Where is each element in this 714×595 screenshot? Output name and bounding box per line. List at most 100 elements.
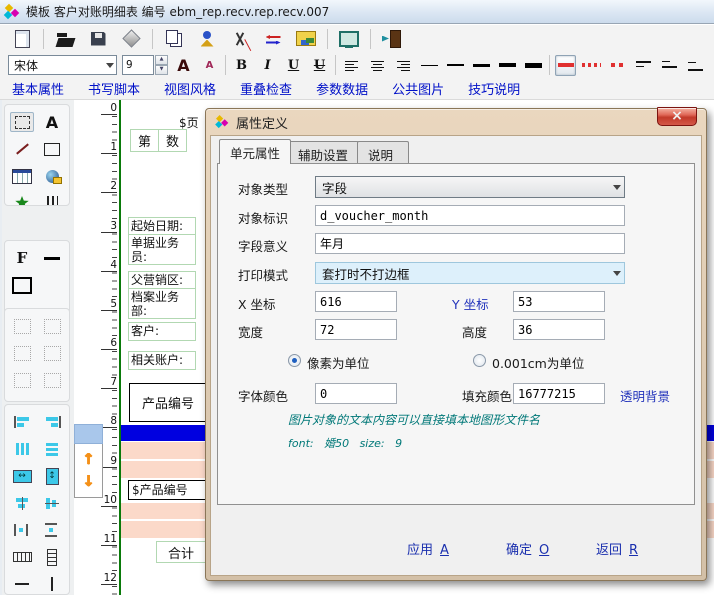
star-tool[interactable] xyxy=(10,193,34,206)
close-button[interactable]: × xyxy=(657,107,697,126)
center-v-tool[interactable] xyxy=(40,493,64,513)
text-tool[interactable]: A xyxy=(40,112,64,132)
screen-icon[interactable] xyxy=(337,28,361,50)
paste-object-icon[interactable] xyxy=(195,28,219,50)
open-file-icon[interactable] xyxy=(53,28,77,50)
border-top-tool[interactable] xyxy=(10,343,34,363)
height-input[interactable] xyxy=(513,319,605,340)
font-family-select[interactable]: 宋体 xyxy=(8,55,117,75)
header-cell[interactable]: 第 xyxy=(130,129,159,152)
border-bottom-tool[interactable] xyxy=(40,343,64,363)
align-center-button[interactable] xyxy=(367,55,388,76)
y-coord-input[interactable] xyxy=(513,291,605,312)
product-code-field-box[interactable]: $产品编号 xyxy=(128,480,208,500)
field-box[interactable]: 父营销区: xyxy=(128,271,196,289)
same-width-tool[interactable] xyxy=(10,466,34,486)
increase-font-button[interactable]: A xyxy=(173,55,194,76)
menu-item-1[interactable]: 基本属性 xyxy=(12,79,64,98)
width-input[interactable] xyxy=(315,319,397,340)
field-box[interactable]: 客户: xyxy=(128,322,196,341)
line-style-solid-button[interactable] xyxy=(555,55,576,76)
ok-button[interactable]: 确定O xyxy=(506,539,549,558)
unit-pixel-radio[interactable] xyxy=(288,354,301,367)
grid-cols-tool[interactable] xyxy=(10,547,34,567)
unit-cm-radio[interactable] xyxy=(473,354,486,367)
vlines-tool[interactable] xyxy=(40,193,64,206)
menu-item-3[interactable]: 视图风格 xyxy=(164,79,216,98)
grid-rows-tool[interactable] xyxy=(40,547,64,567)
save-icon[interactable] xyxy=(86,28,110,50)
menu-item-6[interactable]: 公共图片 xyxy=(392,79,444,98)
line-weight-1-button[interactable] xyxy=(419,55,440,76)
line-weight-3-button[interactable] xyxy=(471,55,492,76)
menu-item-7[interactable]: 技巧说明 xyxy=(468,79,520,98)
field-box[interactable]: 档案业务部: xyxy=(128,288,196,319)
hline-tool[interactable] xyxy=(40,248,64,268)
border-all-tool[interactable] xyxy=(10,370,34,390)
new-file-icon[interactable] xyxy=(10,28,34,50)
space-h-tool[interactable] xyxy=(10,520,34,540)
nudge-down-icon[interactable]: ↓ xyxy=(82,474,95,489)
picture-folder-icon[interactable] xyxy=(294,28,318,50)
field-meaning-input[interactable] xyxy=(315,233,625,254)
line-weight-4-button[interactable] xyxy=(497,55,518,76)
space-v-tool[interactable] xyxy=(40,520,64,540)
field-box[interactable]: 单据业务员: xyxy=(128,234,196,265)
print-preview-icon[interactable] xyxy=(119,28,143,50)
align-left-button[interactable] xyxy=(341,55,362,76)
nudge-up-icon[interactable]: ↑ xyxy=(82,452,95,467)
underline-top-button[interactable] xyxy=(633,55,654,76)
back-button[interactable]: 返回R xyxy=(596,539,638,558)
font-color-input[interactable] xyxy=(315,383,397,404)
align-right-button[interactable] xyxy=(393,55,414,76)
hline2-tool[interactable] xyxy=(10,574,34,594)
object-id-input[interactable] xyxy=(315,205,625,226)
strikethrough-button[interactable]: U xyxy=(309,55,330,76)
border-left-tool[interactable] xyxy=(10,316,34,336)
copy-icon[interactable] xyxy=(162,28,186,50)
tab-unit-properties[interactable]: 单元属性 xyxy=(219,139,291,164)
menu-item-4[interactable]: 重叠检查 xyxy=(240,79,292,98)
same-height-tool[interactable] xyxy=(40,466,64,486)
tab-description[interactable]: 说明 xyxy=(357,141,409,163)
total-label-box[interactable]: 合计 xyxy=(156,541,206,563)
x-coord-input[interactable] xyxy=(315,291,397,312)
fill-color-input[interactable] xyxy=(513,383,605,404)
header-cell[interactable]: 数 xyxy=(158,129,187,152)
line-weight-2-button[interactable] xyxy=(445,55,466,76)
distribute-v-tool[interactable] xyxy=(40,439,64,459)
underline-button[interactable]: U xyxy=(283,55,304,76)
decrease-font-button[interactable]: A xyxy=(199,55,220,76)
center-h-tool[interactable] xyxy=(10,493,34,513)
product-code-header-box[interactable]: 产品编号 xyxy=(129,383,207,422)
spin-up-icon[interactable]: ▲ xyxy=(155,55,168,65)
field-box[interactable]: 相关账户: xyxy=(128,351,196,370)
line-tool[interactable] xyxy=(10,139,34,159)
bold-button[interactable]: B xyxy=(231,55,252,76)
vline2-tool[interactable] xyxy=(40,574,64,594)
menu-item-2[interactable]: 书写脚本 xyxy=(88,79,140,98)
underline-middle-button[interactable] xyxy=(659,55,680,76)
print-mode-select[interactable]: 套打时不打边框 xyxy=(315,262,625,284)
rect-tool[interactable] xyxy=(40,139,64,159)
font-size-input[interactable]: 9 xyxy=(122,55,154,75)
font-style-tool[interactable]: F xyxy=(10,248,34,268)
line-style-dashed-button[interactable] xyxy=(607,55,628,76)
nudge-panel-header[interactable] xyxy=(74,424,103,444)
border-right-tool[interactable] xyxy=(40,316,64,336)
object-type-select[interactable]: 字段 xyxy=(315,176,625,198)
swap-arrows-icon[interactable] xyxy=(261,28,285,50)
box-tool[interactable] xyxy=(10,275,34,295)
line-style-dotted-button[interactable] xyxy=(581,55,602,76)
cut-icon[interactable] xyxy=(228,28,252,50)
tab-aux-settings[interactable]: 辅助设置 xyxy=(287,141,359,163)
border-none-tool[interactable] xyxy=(40,370,64,390)
dialog-titlebar[interactable]: 属性定义 xyxy=(206,109,706,135)
transparent-bg-link[interactable]: 透明背景 xyxy=(620,386,670,405)
italic-button[interactable]: I xyxy=(257,55,278,76)
exit-icon[interactable] xyxy=(380,28,404,50)
align-left-tool[interactable] xyxy=(10,412,34,432)
line-weight-5-button[interactable] xyxy=(523,55,544,76)
table-tool[interactable] xyxy=(10,166,34,186)
image-tool[interactable] xyxy=(40,166,64,186)
